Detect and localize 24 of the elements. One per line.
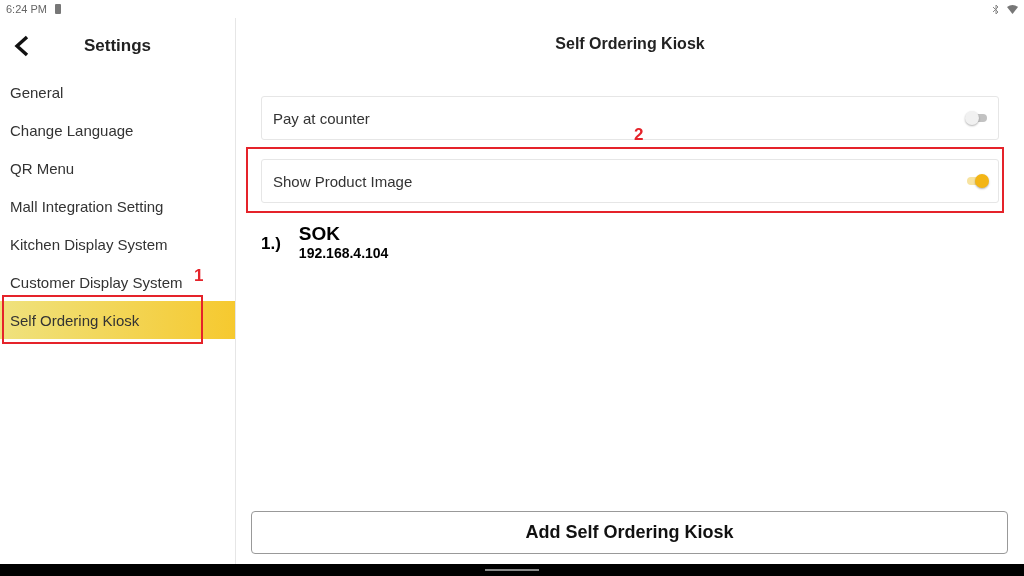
list-number: 1.) (261, 233, 281, 255)
callout-number: 2 (634, 125, 644, 145)
setting-label: Pay at counter (273, 109, 371, 127)
callout-number: 1 (194, 266, 204, 286)
kiosk-address: 192.168.4.104 (298, 245, 389, 261)
lock-icon (54, 4, 61, 14)
sidebar-item[interactable]: Customer Display System (0, 263, 187, 301)
toggle-switch[interactable] (965, 111, 987, 125)
wifi-icon (1007, 4, 1018, 14)
kiosk-name: SOK (298, 223, 342, 245)
sidebar-item[interactable]: Mall Integration Setting (0, 187, 168, 225)
sidebar-item[interactable]: QR Menu (0, 149, 79, 187)
page-title: Self Ordering Kiosk (554, 34, 706, 54)
sidebar-item[interactable]: Kitchen Display System (0, 225, 172, 263)
sidebar-item[interactable]: General (0, 73, 68, 111)
sidebar-title: Settings (82, 35, 153, 56)
add-kiosk-button[interactable]: Add Self Ordering Kiosk (251, 511, 1008, 554)
setting-label: Show Product Image (273, 172, 414, 190)
sidebar-item[interactable]: Change Language (0, 111, 138, 149)
bluetooth-icon (993, 4, 999, 14)
toggle-switch[interactable] (965, 174, 987, 188)
sidebar-item[interactable]: Self Ordering Kiosk (0, 301, 235, 339)
home-handle[interactable] (485, 569, 539, 571)
status-time: 6:24 PM (6, 3, 47, 15)
